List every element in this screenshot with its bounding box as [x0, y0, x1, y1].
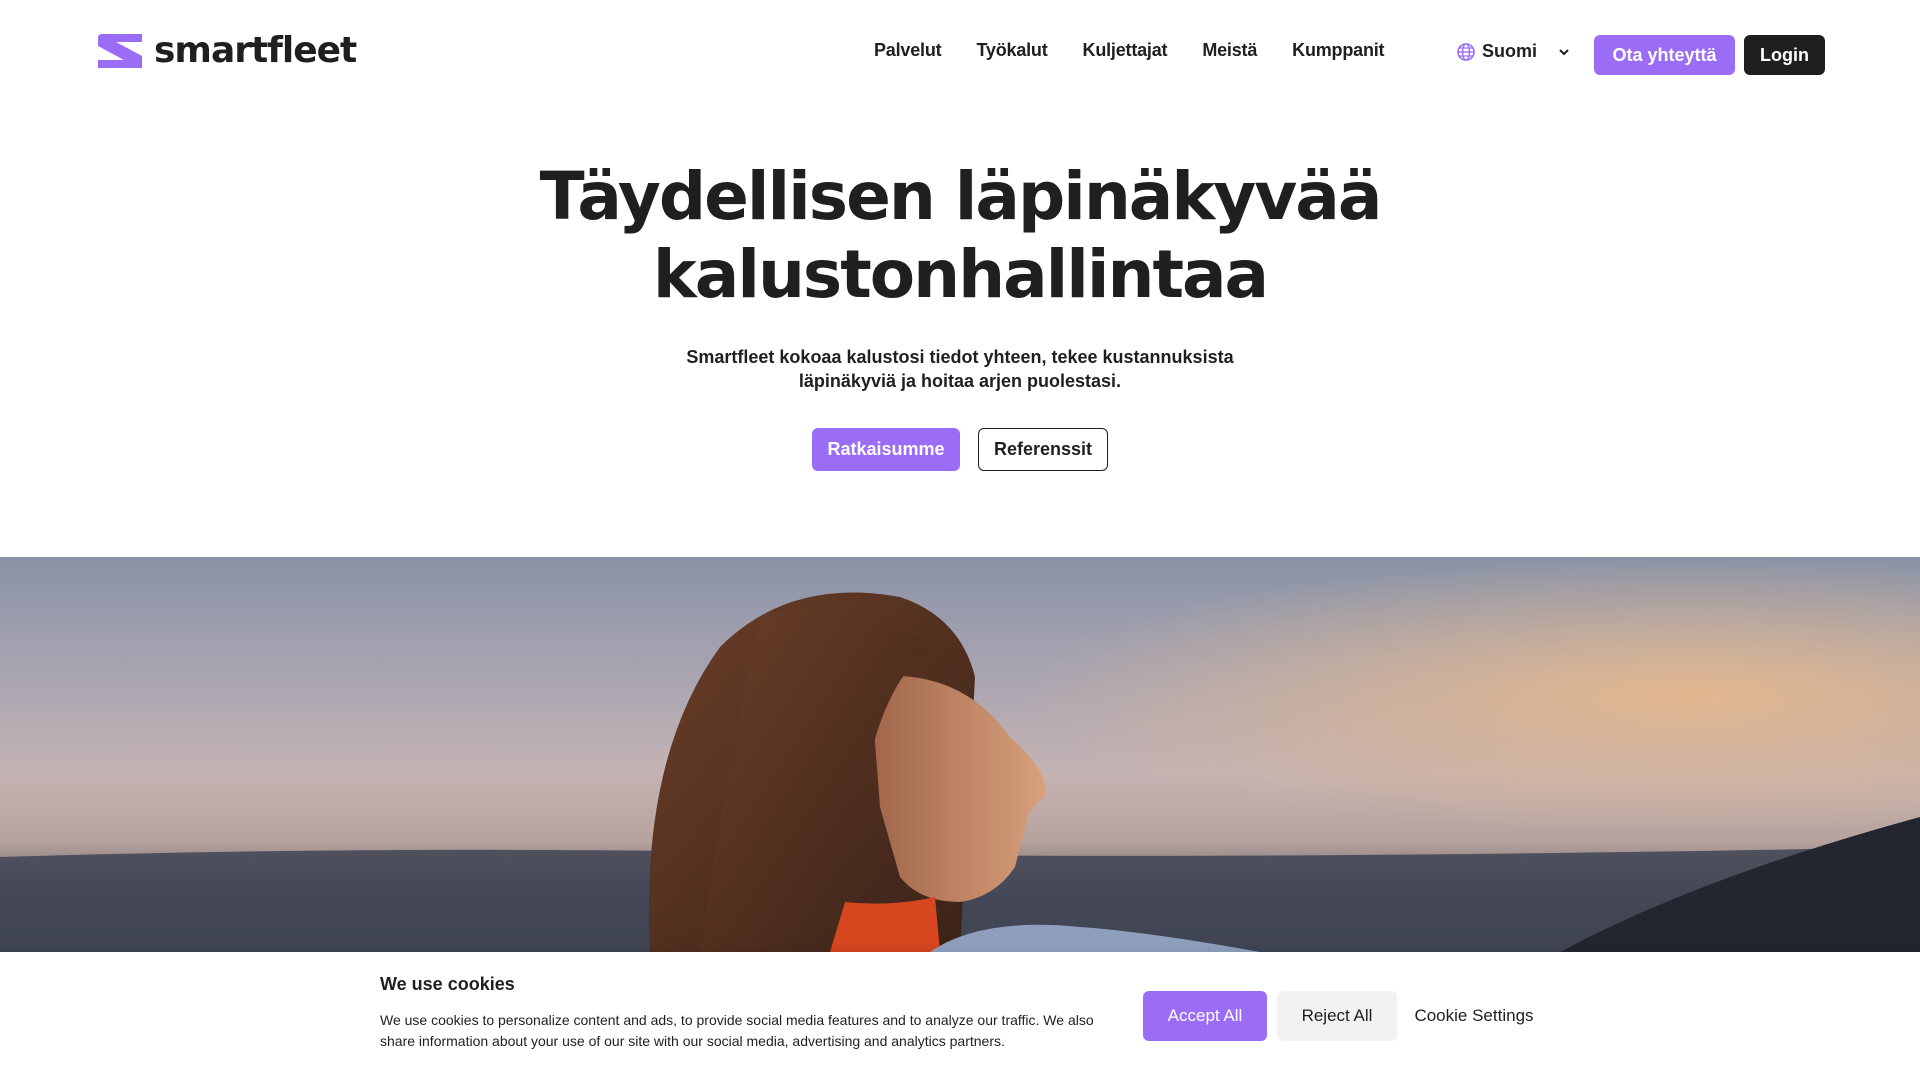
hero-title-line-2: kalustonhallintaa: [652, 236, 1269, 313]
contact-button[interactable]: Ota yhteyttä: [1594, 35, 1735, 75]
hero-subtitle-line-1: Smartfleet kokoaa kalustosi tiedot yhtee…: [686, 347, 1234, 367]
chevron-down-icon: [1559, 48, 1569, 55]
site-header: smartfleet Palvelut Työkalut Kuljettajat…: [0, 0, 1920, 110]
references-button[interactable]: Referenssit: [978, 428, 1108, 471]
main-nav: Palvelut Työkalut Kuljettajat Meistä Kum…: [874, 40, 1385, 61]
language-label: Suomi: [1482, 41, 1538, 61]
globe-icon: [1457, 42, 1475, 61]
language-selector[interactable]: Suomi: [1456, 41, 1571, 62]
logo-link[interactable]: smartfleet: [96, 30, 357, 71]
hero-title: Täydellisen läpinäkyvää kalustonhallinta…: [0, 158, 1920, 314]
hero-photo: [0, 557, 1920, 952]
nav-palvelut[interactable]: Palvelut: [874, 40, 942, 61]
logo-text: smartfleet: [154, 30, 357, 71]
hero-subtitle: Smartfleet kokoaa kalustosi tiedot yhtee…: [660, 345, 1260, 393]
nav-meista[interactable]: Meistä: [1202, 40, 1257, 61]
cookie-text: We use cookies to personalize content an…: [380, 1012, 1094, 1049]
reject-all-button[interactable]: Reject All: [1277, 991, 1397, 1041]
accept-all-button[interactable]: Accept All: [1143, 991, 1267, 1041]
hero-subtitle-line-2: läpinäkyviä ja hoitaa arjen puolestasi.: [798, 371, 1122, 391]
cookie-settings-button[interactable]: Cookie Settings: [1404, 991, 1544, 1041]
smartfleet-logo-icon: [98, 33, 142, 68]
cookie-title: We use cookies: [380, 974, 515, 994]
nav-kuljettajat[interactable]: Kuljettajat: [1083, 40, 1168, 61]
cookie-banner: We use cookies We use cookies to persona…: [0, 952, 1920, 1080]
login-button[interactable]: Login: [1744, 35, 1825, 75]
hero-title-line-1: Täydellisen läpinäkyvää: [539, 158, 1383, 235]
solutions-button[interactable]: Ratkaisumme: [812, 428, 960, 471]
nav-tyokalut[interactable]: Työkalut: [976, 40, 1047, 61]
hero-photo-illustration: [0, 557, 1920, 952]
nav-kumppanit[interactable]: Kumppanit: [1292, 40, 1384, 61]
